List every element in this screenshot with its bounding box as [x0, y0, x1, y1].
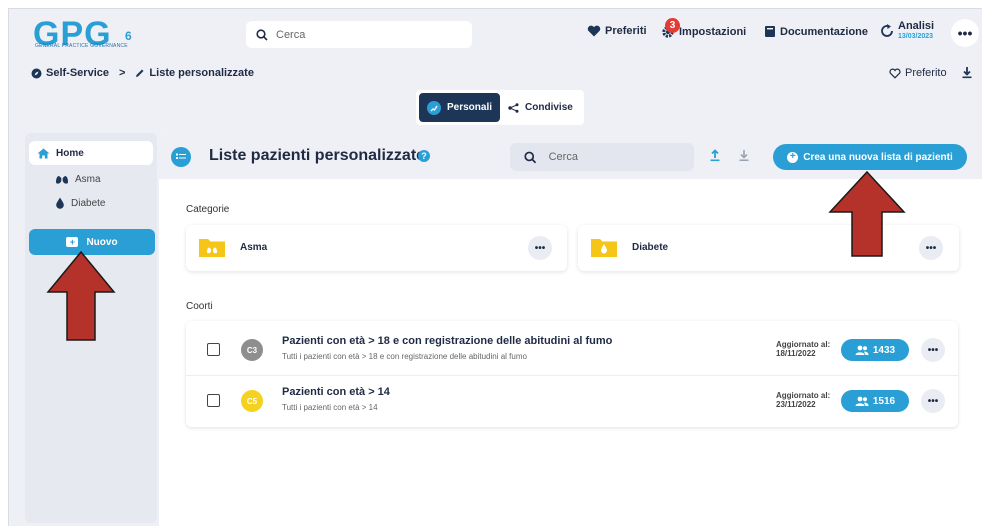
share-icon	[508, 102, 519, 113]
download-icon[interactable]	[738, 149, 750, 162]
row-more-button[interactable]: •••	[921, 389, 945, 413]
list-search[interactable]	[510, 143, 694, 171]
sidebar-item-asma-label: Asma	[75, 173, 101, 185]
sidebar-item-home-label: Home	[56, 147, 84, 159]
patient-count: 1516	[872, 395, 896, 407]
nav-documentazione-label: Documentazione	[780, 25, 869, 38]
top-bar: GPG GENERAL PRACTICE GOVERNANCE 6 Prefer…	[9, 9, 982, 59]
row-checkbox[interactable]	[207, 343, 220, 356]
cohorts-label: Coorti	[186, 301, 213, 312]
row-checkbox[interactable]	[207, 394, 220, 407]
sidebar-item-diabete[interactable]: Diabete	[55, 197, 105, 209]
category-card-asma[interactable]: Asma •••	[186, 225, 567, 271]
category-name: Asma	[240, 242, 268, 253]
cohort-updated: Aggiornato al: 18/11/2022	[776, 340, 830, 358]
download-icon[interactable]	[961, 66, 973, 79]
tab-bar: Personali Condivise	[416, 90, 584, 125]
breadcrumb-current: Liste personalizzate	[149, 67, 254, 79]
plus-circle-icon: +	[787, 151, 799, 163]
patient-count: 1433	[872, 344, 896, 356]
folder-drop-icon	[591, 239, 617, 257]
compass-icon	[31, 68, 42, 78]
lungs-icon	[56, 174, 68, 184]
updated-date: 23/11/2022	[776, 400, 816, 409]
logo-subtitle: GENERAL PRACTICE GOVERNANCE	[35, 43, 128, 49]
search-icon	[524, 151, 537, 163]
cohort-avatar: C3	[241, 339, 263, 361]
nav-preferiti-label: Preferiti	[605, 25, 647, 37]
sidebar-item-asma[interactable]: Asma	[55, 173, 101, 185]
cohorts-list: C3 Pazienti con età > 18 e con registraz…	[186, 321, 958, 427]
drop-icon	[56, 197, 64, 209]
person-icon	[427, 100, 441, 115]
cohort-avatar: C5	[241, 390, 263, 412]
cohort-title[interactable]: Pazienti con età > 18 e con registrazion…	[282, 335, 612, 347]
users-icon	[855, 396, 869, 406]
create-list-button[interactable]: + Crea una nuova lista di pazienti	[773, 144, 967, 170]
refresh-icon	[881, 24, 893, 37]
folder-plus-icon: +	[66, 237, 79, 247]
sidebar-item-home[interactable]: Home	[29, 141, 153, 165]
logo-version: 6	[125, 29, 132, 43]
annotation-arrow-up-icon	[828, 170, 906, 257]
nav-impostazioni-label: Impostazioni	[679, 26, 747, 38]
home-icon	[37, 148, 50, 158]
updated-label: Aggiornato al:	[776, 391, 831, 400]
global-search-input[interactable]	[276, 28, 426, 41]
category-more-button[interactable]: •••	[528, 236, 552, 260]
tab-condivise-label: Condivise	[525, 102, 573, 113]
tab-personali[interactable]: Personali	[419, 93, 501, 122]
breadcrumb-root[interactable]: Self-Service	[46, 67, 109, 79]
updated-date: 18/11/2022	[776, 349, 816, 358]
heart-icon	[587, 25, 601, 37]
help-icon[interactable]: ?	[418, 150, 430, 162]
list-search-input[interactable]	[548, 151, 694, 163]
patient-count-button[interactable]: 1433	[841, 339, 909, 361]
cohort-description: Tutti i pazienti con età > 14	[282, 403, 378, 412]
row-more-button[interactable]: •••	[921, 338, 945, 362]
notification-badge: 3	[665, 18, 680, 33]
breadcrumb: Self-Service > Liste personalizzate	[31, 67, 254, 79]
tab-personali-label: Personali	[447, 102, 493, 113]
breadcrumb-separator: >	[118, 67, 126, 79]
cohort-updated: Aggiornato al: 23/11/2022	[776, 391, 830, 409]
global-search[interactable]	[246, 21, 472, 48]
categories-label: Categorie	[186, 204, 230, 215]
preferito-label: Preferito	[905, 67, 947, 79]
category-more-button[interactable]: •••	[919, 236, 943, 260]
heart-outline-icon	[889, 68, 901, 79]
folder-lungs-icon	[199, 239, 225, 257]
more-menu-button[interactable]: •••	[951, 19, 979, 47]
create-list-label: Crea una nuova lista di pazienti	[803, 151, 953, 163]
list-icon	[171, 147, 191, 167]
updated-label: Aggiornato al:	[776, 340, 831, 349]
cohort-title[interactable]: Pazienti con età > 14	[282, 386, 390, 398]
annotation-arrow-up-icon	[46, 250, 116, 341]
list-edit-icon	[136, 69, 144, 77]
preferito-button[interactable]: Preferito	[889, 67, 947, 79]
analisi-label: Analisi	[898, 20, 935, 32]
search-icon	[256, 28, 268, 41]
new-button-label: Nuovo	[86, 236, 118, 248]
nav-documentazione[interactable]: Documentazione	[764, 25, 868, 38]
sidebar-item-diabete-label: Diabete	[71, 197, 106, 209]
table-row[interactable]: C3 Pazienti con età > 18 e con registraz…	[186, 325, 958, 375]
table-row[interactable]: C5 Pazienti con età > 14 Tutti i pazient…	[186, 375, 958, 425]
nav-preferiti[interactable]: Preferiti	[587, 25, 647, 37]
analisi-date: 13/03/2023	[898, 33, 934, 40]
cohort-description: Tutti i pazienti con età > 18 e con regi…	[282, 352, 527, 361]
patient-count-button[interactable]: 1516	[841, 390, 909, 412]
nav-analisi[interactable]: Analisi 13/03/2023	[879, 21, 934, 41]
book-icon	[765, 26, 775, 37]
category-name: Diabete	[632, 242, 669, 253]
tab-condivise[interactable]: Condivise	[500, 93, 581, 122]
page-title: Liste pazienti personalizzate	[209, 147, 426, 164]
users-icon	[855, 345, 869, 355]
upload-icon[interactable]	[709, 149, 721, 162]
app-window: GPG GENERAL PRACTICE GOVERNANCE 6 Prefer…	[8, 8, 982, 526]
gpg-logo[interactable]: GPG GENERAL PRACTICE GOVERNANCE 6	[33, 17, 143, 51]
